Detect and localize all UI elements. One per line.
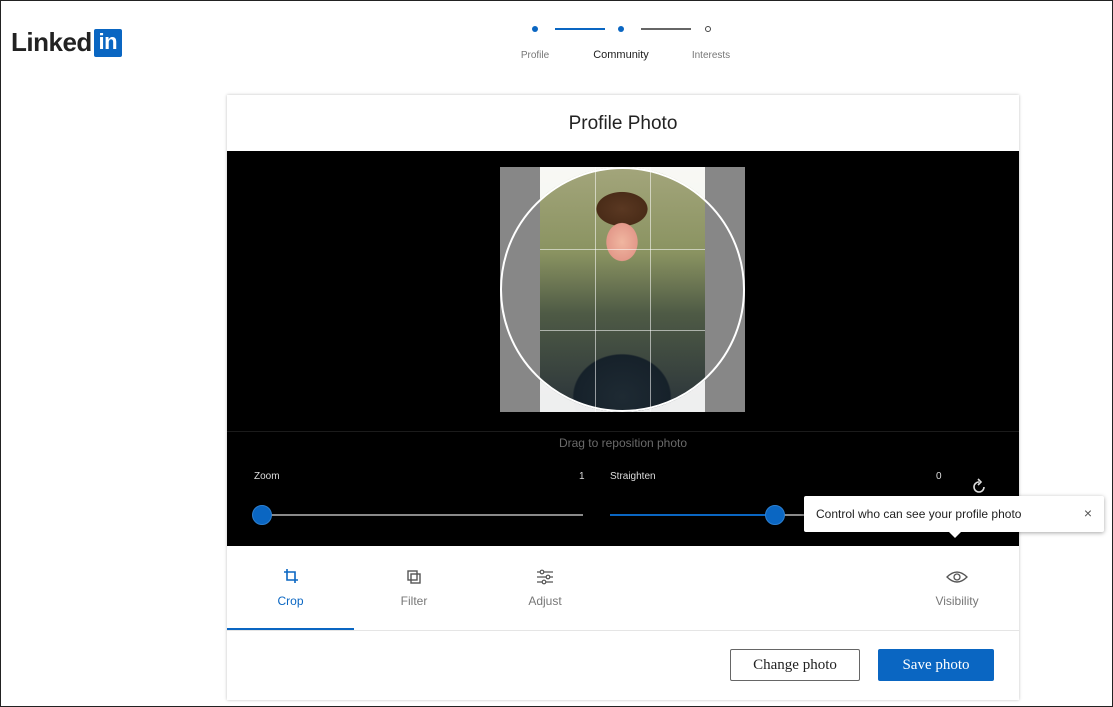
dialog-title: Profile Photo — [568, 113, 678, 134]
straighten-label: Straighten — [610, 471, 656, 482]
tooltip-text: Control who can see your profile photo — [816, 507, 1022, 521]
zoom-slider[interactable] — [263, 514, 583, 516]
close-icon[interactable]: × — [1084, 505, 1092, 521]
change-photo-button[interactable]: Change photo — [730, 649, 860, 681]
tab-adjust[interactable]: Adjust — [485, 546, 605, 630]
step-connector-2 — [641, 28, 691, 30]
tab-filter-label: Filter — [400, 593, 428, 608]
editor-tabs: Crop Filter Adjust Visibility — [227, 546, 1019, 631]
step-label-profile: Profile — [520, 50, 550, 61]
logo-wordmark: Linked — [11, 27, 92, 57]
step-label-community: Community — [593, 49, 649, 61]
tab-crop-label: Crop — [277, 593, 304, 608]
app-window: Linked in Profile Community Interests Pro… — [0, 0, 1113, 707]
tooltip-arrow — [949, 532, 961, 538]
zoom-value: 1 — [579, 471, 585, 482]
tab-adjust-label: Adjust — [528, 593, 562, 608]
tab-visibility[interactable]: Visibility — [897, 546, 1017, 630]
logo-badge: in — [93, 28, 122, 57]
photo-editor[interactable]: Drag to reposition photo Zoom 1 Straight… — [227, 151, 1019, 546]
zoom-slider-handle[interactable] — [252, 505, 272, 525]
rotate-icon[interactable] — [969, 477, 989, 497]
straighten-slider-handle[interactable] — [765, 505, 785, 525]
profile-photo-dialog: Profile Photo Drag to reposition photo Z… — [227, 95, 1019, 700]
straighten-value: 0 — [936, 471, 942, 482]
crop-circle[interactable] — [500, 167, 745, 412]
linkedin-logo[interactable]: Linked in — [11, 27, 122, 58]
onboarding-stepper: Profile Community Interests — [511, 19, 751, 69]
eye-icon — [946, 569, 968, 590]
visibility-tooltip: Control who can see your profile photo × — [804, 496, 1104, 538]
adjust-icon — [536, 569, 554, 590]
drag-hint: Drag to reposition photo — [227, 431, 1019, 450]
crop-area[interactable] — [500, 167, 745, 412]
step-connector-1 — [555, 28, 605, 30]
filter-icon — [406, 569, 422, 590]
step-label-interests: Interests — [691, 50, 731, 61]
straighten-slider-fill — [610, 514, 775, 516]
save-photo-button[interactable]: Save photo — [878, 649, 994, 681]
zoom-label: Zoom — [254, 471, 280, 482]
crop-icon — [282, 567, 300, 590]
tab-crop[interactable]: Crop — [227, 546, 354, 630]
step-dot-interests — [705, 26, 711, 32]
step-dot-community — [618, 26, 624, 32]
step-dot-profile — [532, 26, 538, 32]
tab-visibility-label: Visibility — [935, 593, 979, 608]
tab-filter[interactable]: Filter — [354, 546, 474, 630]
